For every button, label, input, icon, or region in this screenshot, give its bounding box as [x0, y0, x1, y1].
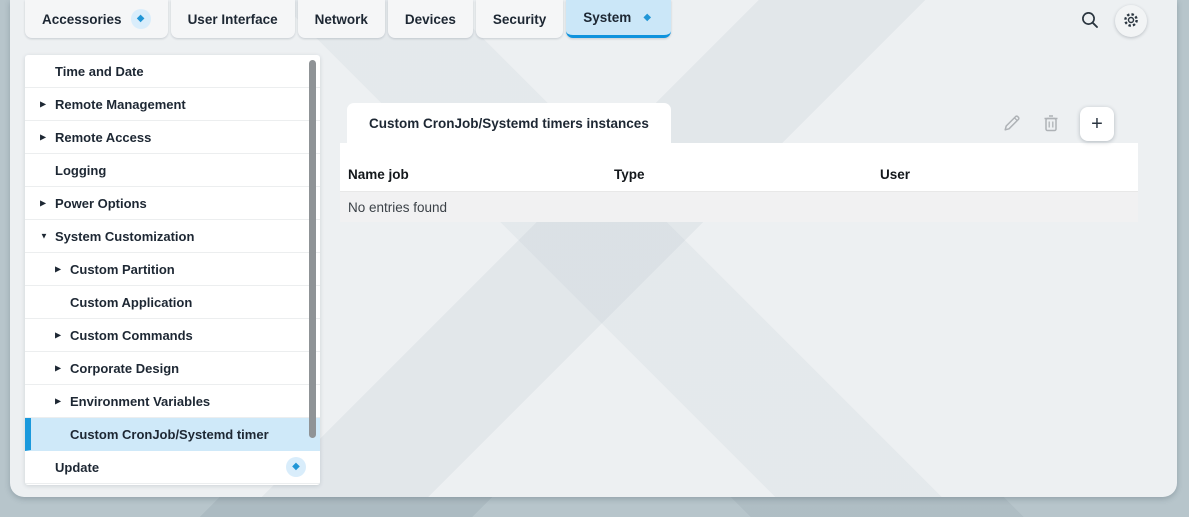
- main-panel: Accessories ◆ User Interface Network Dev…: [10, 0, 1177, 497]
- chevron-right-icon: ▶: [55, 397, 61, 406]
- cronjob-table: Name job Type User No entries found: [340, 143, 1138, 222]
- column-header-type: Type: [606, 167, 872, 182]
- search-button[interactable]: [1080, 10, 1100, 33]
- diamond-badge-icon: ◆: [131, 9, 151, 29]
- column-header-user: User: [872, 167, 1138, 182]
- tab-user-interface[interactable]: User Interface: [171, 0, 295, 38]
- sidebar-scrollbar[interactable]: [309, 60, 316, 438]
- sidebar-item-environment-variables[interactable]: ▶ Environment Variables: [25, 385, 320, 418]
- top-tab-bar: Accessories ◆ User Interface Network Dev…: [25, 0, 671, 38]
- page-background: { "icons": { "diamond": "◆", "arrow_righ…: [0, 0, 1189, 517]
- add-button[interactable]: +: [1080, 107, 1114, 141]
- content-tab-cronjob-instances[interactable]: Custom CronJob/Systemd timers instances: [347, 103, 671, 143]
- pencil-icon: [1002, 113, 1022, 136]
- sidebar-item-corporate-design[interactable]: ▶ Corporate Design: [25, 352, 320, 385]
- chevron-right-icon: ▶: [55, 364, 61, 373]
- chevron-right-icon: ▶: [40, 100, 46, 109]
- sidebar-item-custom-commands[interactable]: ▶ Custom Commands: [25, 319, 320, 352]
- sidebar-item-custom-partition[interactable]: ▶ Custom Partition: [25, 253, 320, 286]
- tab-devices[interactable]: Devices: [388, 0, 473, 38]
- chevron-right-icon: ▶: [55, 331, 61, 340]
- column-header-name-job: Name job: [340, 167, 606, 182]
- tab-label: Accessories: [42, 12, 122, 27]
- table-empty-state: No entries found: [340, 192, 1138, 222]
- settings-button[interactable]: [1115, 5, 1147, 37]
- chevron-right-icon: ▶: [40, 133, 46, 142]
- sidebar-item-power-options[interactable]: ▶ Power Options: [25, 187, 320, 220]
- tab-accessories[interactable]: Accessories ◆: [25, 0, 168, 38]
- tab-system[interactable]: System ◆: [566, 0, 671, 38]
- tab-label: Devices: [405, 12, 456, 27]
- search-icon: [1080, 10, 1100, 33]
- tab-label: Network: [315, 12, 368, 27]
- edit-button[interactable]: [1002, 113, 1022, 136]
- tab-label: User Interface: [188, 12, 278, 27]
- sidebar-item-remote-management[interactable]: ▶ Remote Management: [25, 88, 320, 121]
- sidebar-item-update[interactable]: Update ◆: [25, 451, 320, 484]
- plus-icon: +: [1091, 114, 1103, 134]
- tab-network[interactable]: Network: [298, 0, 385, 38]
- table-header-row: Name job Type User: [340, 143, 1138, 192]
- empty-message: No entries found: [348, 200, 447, 215]
- gear-icon: [1122, 11, 1140, 32]
- tab-security[interactable]: Security: [476, 0, 563, 38]
- sidebar-item-custom-application[interactable]: Custom Application: [25, 286, 320, 319]
- header-actions: [1080, 5, 1147, 37]
- sidebar-item-system-customization[interactable]: ▼ System Customization: [25, 220, 320, 253]
- sidebar-item-logging[interactable]: Logging: [25, 154, 320, 187]
- sidebar-nav: Time and Date ▶ Remote Management ▶ Remo…: [25, 55, 320, 485]
- trash-icon: [1041, 113, 1061, 136]
- sidebar-item-time-and-date[interactable]: Time and Date: [25, 55, 320, 88]
- diamond-badge-icon: ◆: [640, 8, 654, 28]
- content-tab-label: Custom CronJob/Systemd timers instances: [369, 116, 649, 131]
- chevron-down-icon: ▼: [40, 232, 48, 241]
- content-toolbar: +: [1002, 107, 1114, 141]
- tab-label: Security: [493, 12, 546, 27]
- chevron-right-icon: ▶: [55, 265, 61, 274]
- sidebar-item-remote-access[interactable]: ▶ Remote Access: [25, 121, 320, 154]
- chevron-right-icon: ▶: [40, 199, 46, 208]
- diamond-badge-icon: ◆: [286, 457, 306, 477]
- tab-label: System: [583, 10, 631, 25]
- sidebar-item-custom-cronjob-systemd-timer[interactable]: Custom CronJob/Systemd timer: [25, 418, 320, 451]
- delete-button[interactable]: [1041, 113, 1061, 136]
